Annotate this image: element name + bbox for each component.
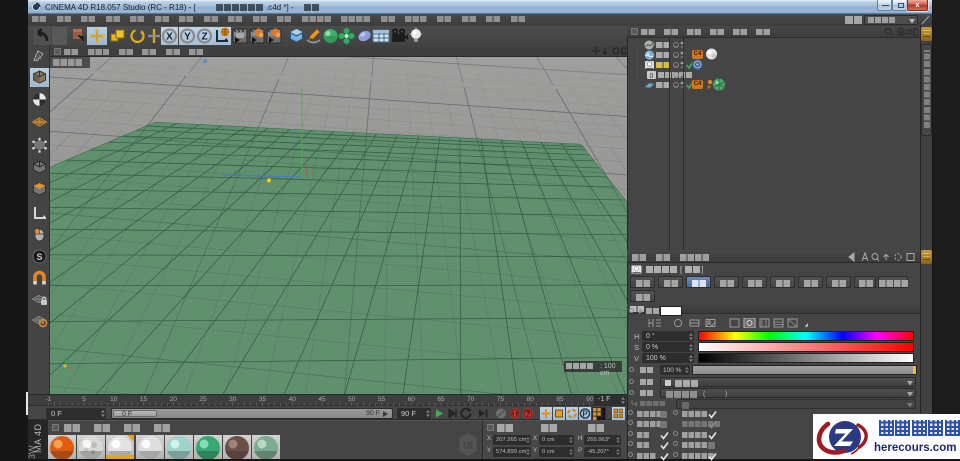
- svg-text:40: 40: [289, 396, 297, 403]
- svg-text:75: 75: [497, 396, 505, 403]
- svg-text:X: X: [166, 32, 173, 43]
- svg-text:25: 25: [199, 396, 207, 403]
- svg-text:20: 20: [170, 396, 178, 403]
- svg-text:0: 0: [650, 73, 654, 80]
- svg-text:50: 50: [348, 396, 356, 403]
- svg-text:10: 10: [110, 396, 118, 403]
- svg-text:80: 80: [527, 396, 535, 403]
- svg-text:Z: Z: [201, 32, 207, 43]
- svg-text:5: 5: [82, 396, 86, 403]
- svg-text:45: 45: [318, 396, 326, 403]
- svg-text:90: 90: [586, 396, 594, 403]
- svg-text:55: 55: [378, 396, 386, 403]
- svg-text:S: S: [36, 252, 42, 262]
- svg-text:85: 85: [556, 396, 564, 403]
- svg-text:Ui: Ui: [463, 441, 473, 452]
- svg-text:P: P: [582, 410, 588, 419]
- svg-text:?: ?: [526, 410, 531, 419]
- svg-text:Y: Y: [184, 32, 191, 43]
- svg-text:15: 15: [140, 396, 148, 403]
- svg-text:70: 70: [467, 396, 475, 403]
- svg-text:30: 30: [229, 396, 237, 403]
- svg-text:35: 35: [259, 396, 267, 403]
- svg-text:-1: -1: [45, 396, 51, 403]
- svg-text:65: 65: [437, 396, 445, 403]
- svg-text:60: 60: [408, 396, 416, 403]
